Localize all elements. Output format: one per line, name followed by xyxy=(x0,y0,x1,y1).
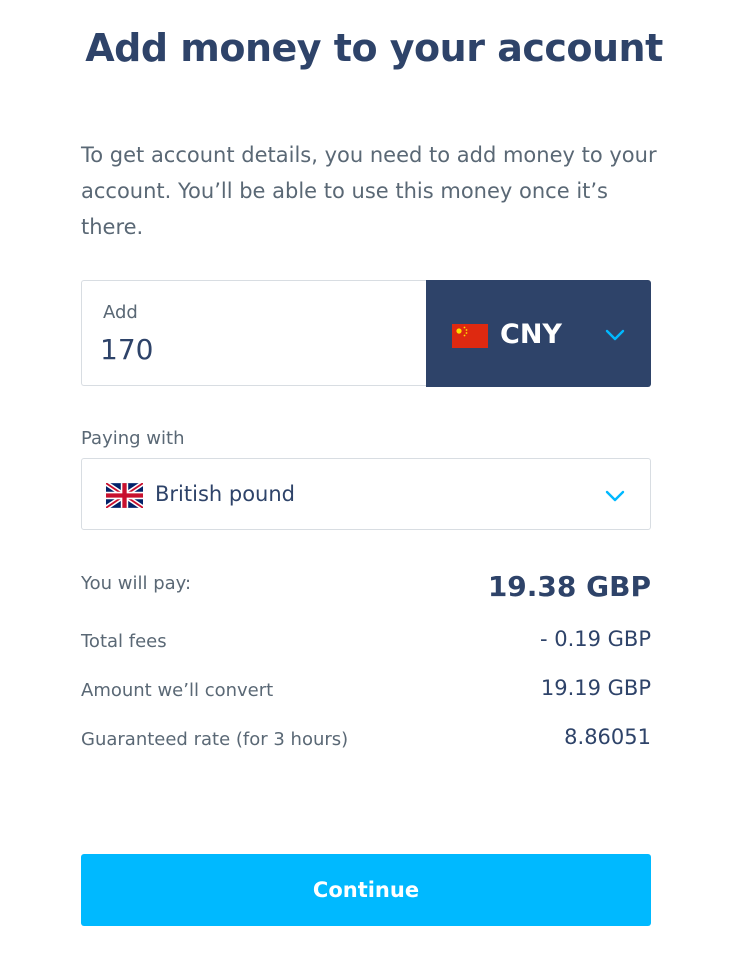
you-will-pay-label: You will pay: xyxy=(81,573,192,594)
guaranteed-rate-value: 8.86051 xyxy=(564,725,651,749)
amount-input[interactable] xyxy=(100,333,400,366)
paying-with-label: Paying with xyxy=(81,428,185,449)
chevron-down-icon xyxy=(605,490,625,502)
guaranteed-rate-label: Guaranteed rate (for 3 hours) xyxy=(81,729,349,750)
currency-code: CNY xyxy=(500,319,562,350)
amount-label: Add xyxy=(103,302,138,323)
chevron-down-icon xyxy=(605,329,625,341)
amount-convert-label: Amount we’ll convert xyxy=(81,680,274,701)
amount-convert-value: 19.19 GBP xyxy=(540,676,651,700)
uk-flag-icon xyxy=(106,483,143,508)
intro-text: To get account details, you need to add … xyxy=(81,143,657,239)
china-flag-icon xyxy=(452,324,488,348)
total-fees-label: Total fees xyxy=(81,631,167,652)
continue-button[interactable]: Continue xyxy=(81,854,651,926)
you-will-pay-value: 19.38 GBP xyxy=(487,570,651,603)
paying-with-dropdown[interactable]: British pound xyxy=(81,458,651,530)
total-fees-value: - 0.19 GBP xyxy=(539,627,651,651)
page-title: Add money to your account xyxy=(85,26,663,70)
currency-dropdown[interactable]: CNY xyxy=(426,280,651,387)
amount-field[interactable]: Add xyxy=(81,280,427,386)
paying-with-value: British pound xyxy=(155,482,295,506)
